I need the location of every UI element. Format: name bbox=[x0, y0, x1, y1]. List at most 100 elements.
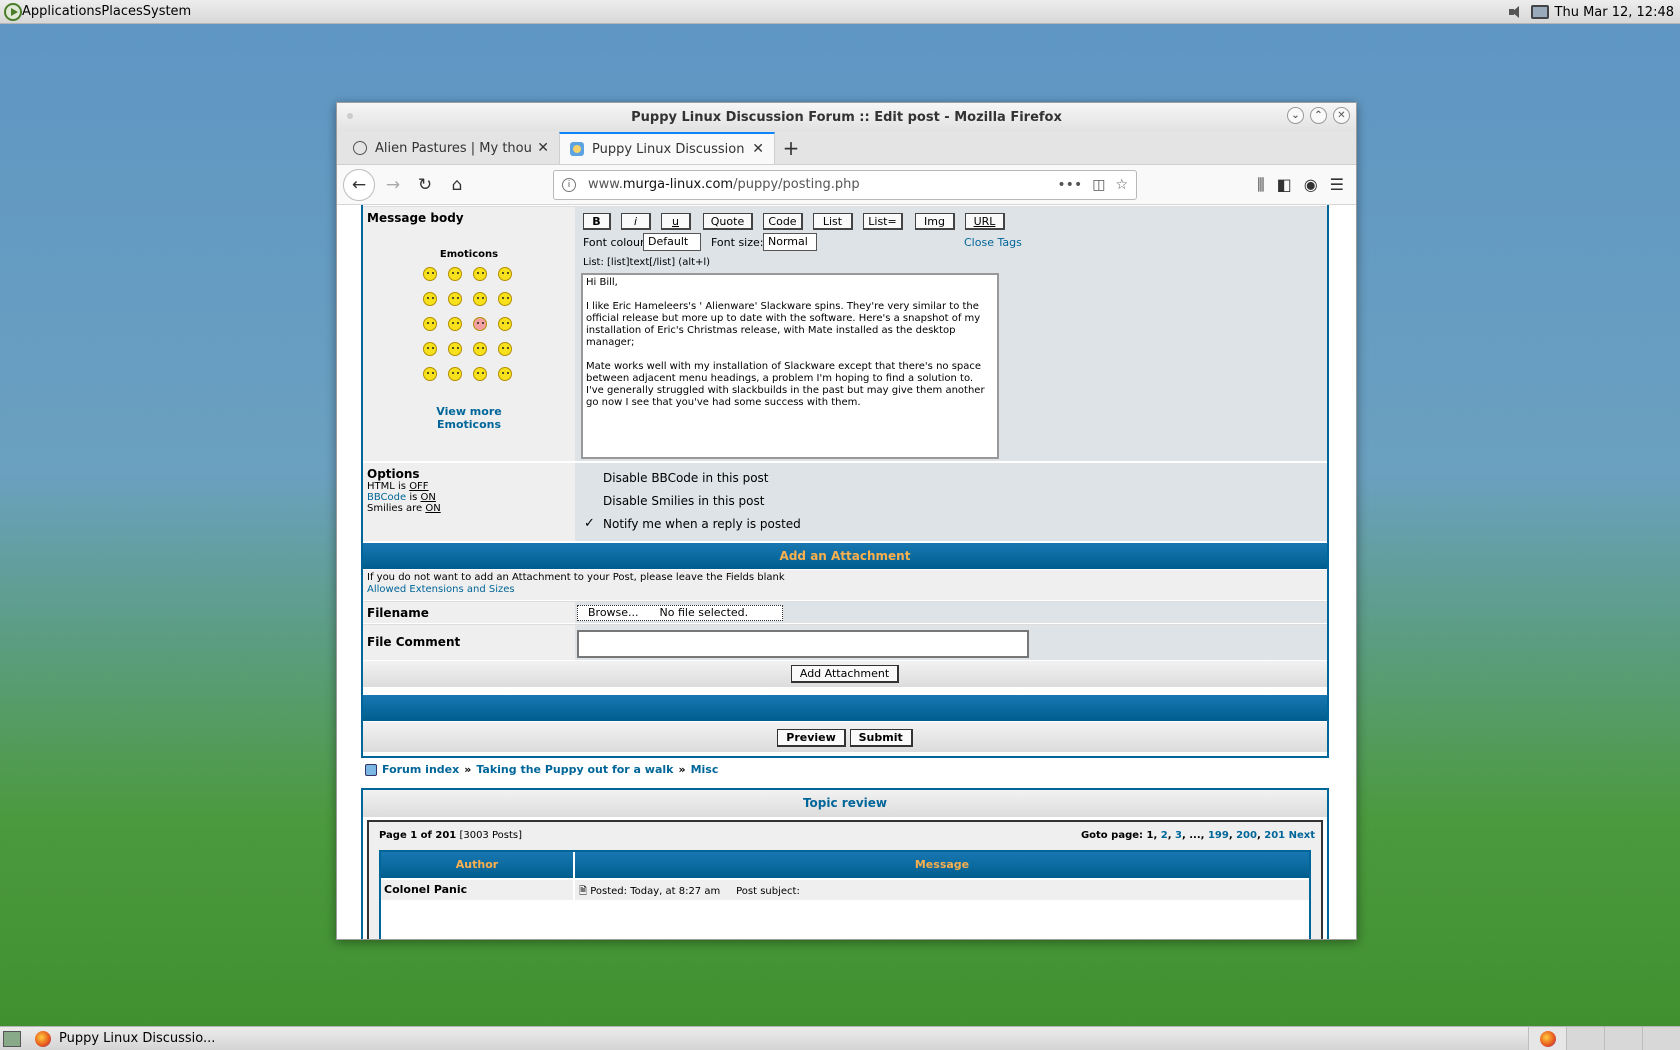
preview-button[interactable]: Preview bbox=[777, 729, 846, 747]
list-ordered-button[interactable]: List= bbox=[863, 213, 903, 230]
smiley-icon[interactable] bbox=[498, 317, 512, 331]
new-tab-button[interactable]: + bbox=[775, 132, 807, 164]
account-icon[interactable]: ◉ bbox=[1304, 175, 1318, 194]
add-attachment-button[interactable]: Add Attachment bbox=[790, 665, 900, 683]
file-input[interactable]: Browse... No file selected. bbox=[577, 605, 783, 621]
panel-menu-labels[interactable]: ApplicationsPlacesSystem bbox=[22, 4, 191, 19]
window-titlebar[interactable]: Puppy Linux Discussion Forum :: Edit pos… bbox=[337, 103, 1356, 131]
workspace-3[interactable] bbox=[1604, 1027, 1642, 1050]
smiley-icon[interactable] bbox=[473, 317, 487, 331]
smiley-icon[interactable] bbox=[473, 342, 487, 356]
smiley-icon[interactable] bbox=[448, 267, 462, 281]
puppy-logo-icon[interactable] bbox=[4, 2, 22, 21]
bbcode-link[interactable]: BBCode bbox=[367, 492, 406, 503]
topic-review-title: Topic review bbox=[363, 790, 1327, 817]
smiley-icon[interactable] bbox=[498, 342, 512, 356]
disable-bbcode-option[interactable]: Disable BBCode in this post bbox=[603, 471, 769, 485]
sidebar-icon[interactable]: ◧ bbox=[1277, 175, 1292, 194]
attachment-header: Add an Attachment bbox=[363, 543, 1327, 569]
smiley-icon[interactable] bbox=[423, 342, 437, 356]
smiley-icon[interactable] bbox=[448, 317, 462, 331]
font-size-select[interactable]: Normal bbox=[763, 233, 817, 251]
notify-checkbox[interactable]: ✓ bbox=[584, 516, 595, 531]
code-button[interactable]: Code bbox=[763, 213, 803, 230]
browse-button[interactable]: Browse... bbox=[588, 606, 639, 619]
view-more-text[interactable]: View more bbox=[363, 405, 575, 418]
workspace-1[interactable] bbox=[1528, 1027, 1566, 1050]
disable-smilies-option[interactable]: Disable Smilies in this post bbox=[603, 494, 764, 508]
bookmark-star-icon[interactable]: ☆ bbox=[1115, 177, 1128, 193]
back-button[interactable]: ← bbox=[343, 168, 375, 201]
close-tags-link[interactable]: Close Tags bbox=[964, 236, 1022, 249]
url-bar[interactable]: i www.murga-linux.com/puppy/posting.php … bbox=[553, 169, 1137, 200]
breadcrumb-forum[interactable]: Taking the Puppy out for a walk bbox=[476, 763, 673, 776]
taskbar-firefox-item[interactable]: Puppy Linux Discussio... bbox=[29, 1028, 221, 1050]
page-link-3[interactable]: 3 bbox=[1175, 830, 1182, 841]
reload-button[interactable]: ↻ bbox=[411, 171, 439, 199]
network-icon[interactable] bbox=[1530, 5, 1549, 19]
allowed-extensions-link[interactable]: Allowed Extensions and Sizes bbox=[367, 584, 1323, 596]
minimize-button[interactable]: ⌄ bbox=[1287, 107, 1304, 124]
forward-button[interactable]: → bbox=[379, 171, 407, 199]
notify-option[interactable]: Notify me when a reply is posted bbox=[603, 517, 801, 531]
close-window-button[interactable]: ✕ bbox=[1333, 107, 1350, 124]
top-panel: ApplicationsPlacesSystem Thu Mar 12, 12:… bbox=[0, 0, 1680, 24]
breadcrumb-forum-index[interactable]: Forum index bbox=[382, 763, 459, 776]
page-link-201[interactable]: 201 bbox=[1264, 830, 1285, 841]
next-page-link[interactable]: Next bbox=[1289, 830, 1315, 841]
window-menu-icon[interactable] bbox=[347, 113, 353, 119]
page-link-200[interactable]: 200 bbox=[1236, 830, 1257, 841]
smiley-icon[interactable] bbox=[423, 317, 437, 331]
tab-close-icon[interactable]: ✕ bbox=[752, 141, 764, 157]
view-more-emoticons-link[interactable]: View more Emoticons bbox=[363, 405, 575, 431]
show-desktop-icon[interactable] bbox=[3, 1030, 21, 1047]
options-cell: Options HTML is OFF BBCode is ON Smilies… bbox=[363, 463, 575, 541]
smiley-icon[interactable] bbox=[448, 367, 462, 381]
panel-clock[interactable]: Thu Mar 12, 12:48 bbox=[1555, 5, 1674, 20]
quote-button[interactable]: Quote bbox=[703, 213, 753, 230]
smiley-icon[interactable] bbox=[448, 292, 462, 306]
maximize-button[interactable]: ⌃ bbox=[1310, 107, 1327, 124]
font-colour-select[interactable]: Default bbox=[643, 233, 701, 251]
tab-puppy-forum[interactable]: Puppy Linux Discussion Forum ✕ bbox=[559, 132, 775, 164]
page-actions-icon[interactable]: ••• bbox=[1057, 177, 1082, 193]
site-info-icon[interactable]: i bbox=[562, 177, 576, 192]
smiley-icon[interactable] bbox=[498, 267, 512, 281]
smiley-icon[interactable] bbox=[498, 292, 512, 306]
forum-home-icon[interactable] bbox=[365, 763, 377, 776]
img-button[interactable]: Img bbox=[915, 213, 955, 230]
hamburger-menu-icon[interactable]: ☰ bbox=[1330, 175, 1344, 194]
home-button[interactable]: ⌂ bbox=[443, 171, 471, 199]
panel-menus[interactable]: ApplicationsPlacesSystem bbox=[0, 2, 191, 21]
tab-close-icon[interactable]: ✕ bbox=[537, 140, 549, 156]
smiley-icon[interactable] bbox=[473, 267, 487, 281]
volume-icon[interactable] bbox=[1508, 5, 1525, 19]
smiley-icon[interactable] bbox=[423, 267, 437, 281]
bold-button[interactable]: B bbox=[583, 213, 611, 230]
workspace-2[interactable] bbox=[1566, 1027, 1604, 1050]
message-textarea[interactable]: Hi Bill, I like Eric Hameleers's ' Alien… bbox=[581, 273, 999, 459]
list-button[interactable]: List bbox=[813, 213, 853, 230]
submit-button[interactable]: Submit bbox=[849, 729, 913, 747]
smiley-icon[interactable] bbox=[448, 342, 462, 356]
url-button[interactable]: URL bbox=[965, 213, 1005, 230]
smiley-icon[interactable] bbox=[473, 367, 487, 381]
breadcrumb-subforum[interactable]: Misc bbox=[691, 763, 719, 776]
smiley-icon[interactable] bbox=[423, 292, 437, 306]
library-icon[interactable]: ⫼ bbox=[1257, 175, 1264, 195]
smiley-icon[interactable] bbox=[423, 367, 437, 381]
page-link-199[interactable]: 199 bbox=[1208, 830, 1229, 841]
view-more-text-2[interactable]: Emoticons bbox=[363, 418, 575, 431]
url-text[interactable]: www.murga-linux.com/puppy/posting.php bbox=[588, 177, 1047, 192]
underline-button[interactable]: u bbox=[661, 213, 691, 230]
italic-button[interactable]: i bbox=[621, 213, 651, 230]
smiley-icon[interactable] bbox=[498, 367, 512, 381]
page-link-2[interactable]: 2 bbox=[1161, 830, 1168, 841]
tab-alien-pastures[interactable]: Alien Pastures | My thoughts ✕ bbox=[343, 132, 559, 164]
pocket-icon[interactable]: ◫ bbox=[1092, 177, 1105, 193]
add-attachment-row: Add Attachment bbox=[363, 661, 1327, 687]
workspace-4[interactable] bbox=[1642, 1027, 1680, 1050]
file-comment-input[interactable] bbox=[577, 630, 1029, 658]
disable-smilies-label: Disable Smilies in this post bbox=[603, 494, 765, 508]
smiley-icon[interactable] bbox=[473, 292, 487, 306]
